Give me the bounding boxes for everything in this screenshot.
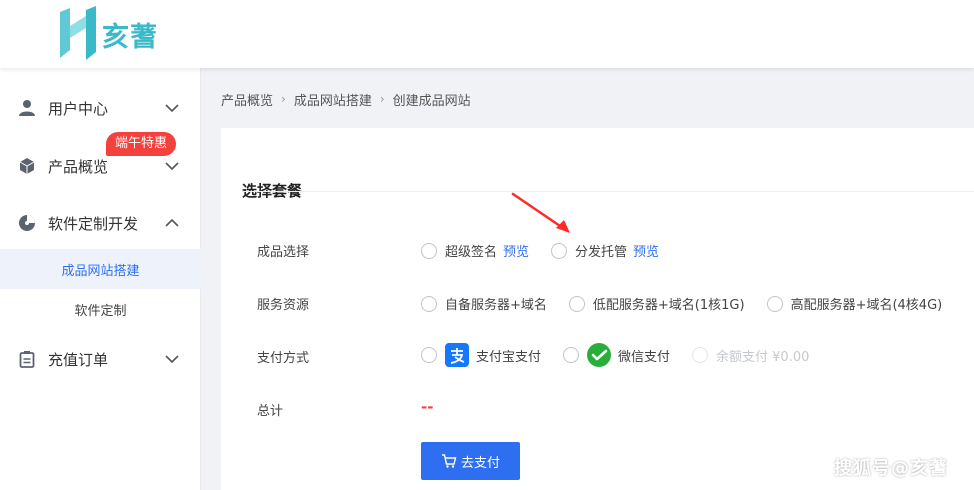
clipboard-icon [17, 349, 37, 369]
cart-icon [441, 454, 457, 468]
watermark: 搜狐号@亥蓍 [834, 458, 948, 479]
option-wechat-pay[interactable]: 微信支付 [563, 343, 670, 367]
option-label: 高配服务器+域名(4核4G) [790, 298, 943, 313]
preview-link[interactable]: 预览 [503, 241, 529, 260]
payment-label: 支付方式 [257, 351, 310, 366]
logo-text: 亥蓍 [102, 21, 158, 53]
total-value: -- [421, 398, 434, 416]
option-own-server[interactable]: 自备服务器+域名 [421, 294, 547, 313]
breadcrumb-item[interactable]: 成品网站搭建 [294, 90, 372, 109]
service-options: 自备服务器+域名 低配服务器+域名(1核1G) 高配服务器+域名(4核4G) [421, 294, 942, 313]
option-label: 超级签名 [445, 245, 498, 260]
option-distribution-hosting[interactable]: 分发托管 预览 [551, 241, 659, 260]
option-alipay[interactable]: 支付宝支付 [421, 343, 541, 367]
radio-button[interactable] [563, 347, 580, 363]
option-label: 低配服务器+域名(1核1G) [592, 298, 745, 313]
chevron-down-icon [165, 104, 179, 113]
sidebar-item-recharge-orders[interactable]: 充值订单 [0, 339, 201, 379]
product-options: 超级签名 预览 分发托管 预览 [421, 241, 681, 260]
radio-button[interactable] [421, 295, 437, 312]
cube-icon [17, 156, 37, 176]
option-label: 余额支付 ¥0.00 [716, 349, 810, 365]
sidebar-item-label: 用户中心 [48, 99, 109, 118]
alipay-icon [445, 343, 469, 367]
pie-chart-icon [17, 213, 37, 233]
preview-link[interactable]: 预览 [633, 241, 659, 260]
main-card: 选择套餐 成品选择 超级签名 预览 分发托管 预览 服务资源 自备服务器+域名 … [221, 128, 974, 490]
radio-button [692, 347, 709, 363]
pay-button-label: 去支付 [460, 455, 500, 471]
option-label: 微信支付 [618, 349, 671, 365]
sidebar-item-label: 充值订单 [48, 350, 109, 369]
option-label: 分发托管 [575, 245, 628, 260]
sidebar: 用户中心 产品概览 软件定制开发 成品网站搭建 软件定制 充值订单 端午特惠 [0, 68, 201, 490]
service-label: 服务资源 [257, 298, 310, 313]
chevron-down-icon [165, 355, 179, 364]
sidebar-subitem-website-build[interactable]: 成品网站搭建 [0, 249, 201, 289]
logo-mark-icon [60, 6, 96, 60]
promo-badge: 端午特惠 [106, 132, 177, 156]
user-icon [17, 98, 37, 118]
radio-button[interactable] [568, 295, 585, 312]
option-high-server[interactable]: 高配服务器+域名(4核4G) [766, 294, 943, 313]
logo[interactable]: 亥蓍 [56, 4, 158, 64]
divider [242, 191, 974, 192]
option-super-signature[interactable]: 超级签名 预览 [421, 241, 529, 260]
payment-options: 支付宝支付 微信支付 余额支付 ¥0.00 [421, 343, 831, 367]
option-balance-pay: 余额支付 ¥0.00 [692, 346, 809, 365]
product-label: 成品选择 [257, 245, 310, 260]
total-label: 总计 [257, 404, 284, 419]
option-low-server[interactable]: 低配服务器+域名(1核1G) [568, 294, 745, 313]
radio-button[interactable] [421, 347, 437, 363]
pay-button[interactable]: 去支付 [421, 442, 520, 480]
breadcrumb-item-current: 创建成品网站 [392, 93, 471, 109]
chevron-right-icon: › [281, 92, 286, 106]
sidebar-item-label: 产品概览 [48, 157, 109, 176]
breadcrumb-item[interactable]: 产品概览 [221, 90, 273, 109]
radio-button[interactable] [421, 242, 437, 259]
annotation-arrow-icon [511, 192, 570, 233]
top-header: 亥蓍 [0, 0, 974, 68]
option-label: 自备服务器+域名 [445, 298, 547, 313]
chevron-right-icon: › [379, 92, 385, 106]
chevron-down-icon [165, 162, 179, 171]
wechat-icon [587, 343, 612, 367]
breadcrumb: 产品概览 › 成品网站搭建 › 创建成品网站 [221, 89, 471, 109]
radio-button[interactable] [551, 242, 568, 259]
radio-button[interactable] [766, 295, 783, 312]
sidebar-item-software-dev[interactable]: 软件定制开发 [0, 203, 201, 243]
chevron-up-icon [165, 218, 179, 227]
sidebar-item-user-center[interactable]: 用户中心 [0, 88, 201, 128]
sidebar-subitem-software-custom[interactable]: 软件定制 [0, 289, 201, 329]
option-label: 支付宝支付 [476, 349, 542, 365]
sidebar-item-label: 软件定制开发 [48, 214, 139, 233]
